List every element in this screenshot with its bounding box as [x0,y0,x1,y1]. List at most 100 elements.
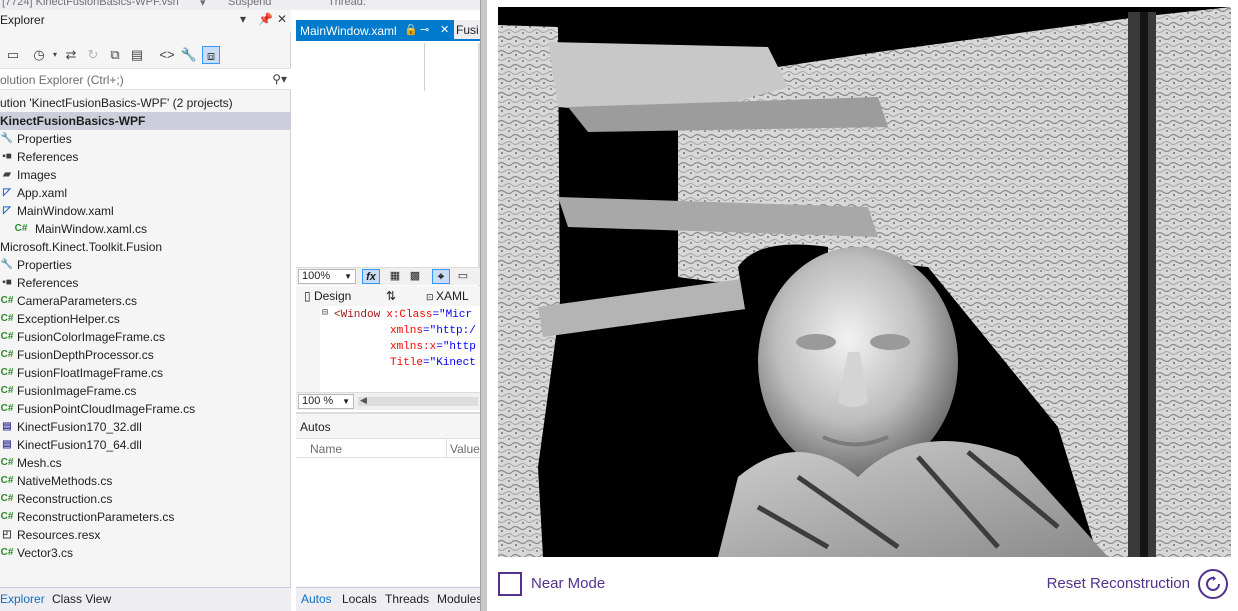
reset-reconstruction-label[interactable]: Reset Reconstruction [1047,575,1190,592]
tree-item-label: FusionImageFrame.cs [17,384,137,398]
tab-xaml[interactable]: ⊡ XAML [426,289,469,303]
tree-item[interactable]: ution 'KinectFusionBasics-WPF' (2 projec… [0,94,291,112]
code-token: "http:/ [429,325,476,337]
tree-item[interactable]: C# FusionFloatImageFrame.cs [0,364,291,382]
column-header-value[interactable]: Value [450,442,480,456]
cs-file-icon: C# [0,403,14,414]
show-all-files-icon[interactable]: ▤ [128,46,146,64]
design-surface[interactable] [296,43,480,287]
tab-fusion[interactable]: Fusi [456,23,479,37]
tree-item[interactable]: KinectFusionBasics-WPF [0,112,291,130]
tree-item[interactable]: Microsoft.Kinect.Toolkit.Fusion [0,238,291,256]
folder-icon: ▰ [3,169,11,180]
tree-item[interactable]: ▪■ References [0,274,291,292]
tab-class-view[interactable]: Class View [52,592,111,606]
reset-reconstruction-button[interactable]: Reset Reconstruction [1028,569,1228,599]
snap-grid-icon[interactable]: ▩ [406,269,424,284]
comment-icon[interactable]: ▭ [454,269,472,284]
tree-item-label: CameraParameters.cs [17,294,138,308]
properties-icon[interactable]: 🔧 [180,46,198,64]
tree-item-label: FusionColorImageFrame.cs [17,330,166,344]
collapse-icon[interactable]: ⊟ [322,307,328,319]
code-zoom-select[interactable]: 100 % ▼ [298,394,354,409]
cs-file-icon: C# [14,223,28,234]
close-icon[interactable]: ✕ [277,12,287,26]
code-line[interactable]: xmlns="http:/ [390,323,476,339]
tree-item-label: References [17,150,79,164]
dropdown-arrow-icon[interactable]: ▾ [200,0,206,9]
horizontal-scrollbar[interactable] [358,397,478,406]
tree-item[interactable]: C# Mesh.cs [0,454,291,472]
column-divider[interactable] [446,439,447,459]
tree-item[interactable]: C# Vector3.cs [0,544,291,562]
pin-icon[interactable]: 📌 [258,12,273,26]
tab-design[interactable]: ▯ Design [304,289,351,303]
fx-icon[interactable]: fx [362,269,380,284]
column-header-name[interactable]: Name [310,442,342,456]
tab-modules[interactable]: Modules [437,592,482,606]
tree-item[interactable]: C# ExceptionHelper.cs [0,310,291,328]
code-token: <Window [334,309,381,321]
grid-icon[interactable]: ▦ [386,269,404,284]
preview-selected-icon[interactable]: ⧈ [202,46,220,64]
tree-item[interactable]: ◰ Resources.resx [0,526,291,544]
tab-mainwindow-xaml[interactable]: MainWindow.xaml 🔒 ⊸ ✕ [296,20,454,41]
dropdown-arrow-icon[interactable]: ▾ [240,12,246,26]
snap-lines-icon[interactable]: ⌖ [432,269,450,284]
process-selector[interactable]: [7724] KinectFusionBasics-WPF.vsh [2,0,179,8]
code-token: xmlns:x [390,341,437,353]
tree-item[interactable]: 🔧 Properties [0,256,291,274]
tab-label: MainWindow.xaml [300,24,397,38]
tree-item[interactable]: C# Reconstruction.cs [0,490,291,508]
tree-item[interactable]: ◸ MainWindow.xaml [0,202,291,220]
dropdown-arrow-icon: ▼ [344,272,352,281]
xaml-code-editor[interactable]: ⊟ <Window x:Class="Micr xmlns="http:/xmlns… [296,306,480,392]
view-code-icon[interactable]: <> [158,46,176,64]
panel-title: Autos [300,420,331,434]
cs-file-icon: C# [0,367,14,378]
tree-item[interactable]: C# FusionDepthProcessor.cs [0,346,291,364]
cs-file-icon: C# [0,349,14,360]
solution-search-input[interactable]: olution Explorer (Ctrl+;) ⚲▾ [0,68,291,90]
tree-item[interactable]: ◸ App.xaml [0,184,291,202]
search-icon[interactable]: ⚲▾ [272,72,287,86]
suspend-button[interactable]: Suspend [228,0,271,8]
zoom-value: 100% [302,270,331,282]
tree-item[interactable]: ▰ Images [0,166,291,184]
scroll-left-icon[interactable]: ◀ [360,395,367,406]
tree-item[interactable]: C# FusionPointCloudImageFrame.cs [0,400,291,418]
tree-item[interactable]: ▤ KinectFusion170_64.dll [0,436,291,454]
checkbox-box[interactable] [498,572,522,596]
tree-item[interactable]: C# ReconstructionParameters.cs [0,508,291,526]
tab-autos[interactable]: Autos [301,592,332,606]
tree-item[interactable]: 🔧 Properties [0,130,291,148]
tree-item[interactable]: C# MainWindow.xaml.cs [0,220,291,238]
refresh-icon[interactable] [1198,569,1228,599]
code-line[interactable]: Title="Kinect [390,355,476,371]
code-token: = [423,357,430,369]
near-mode-label[interactable]: Near Mode [531,575,605,592]
tree-item[interactable]: C# NativeMethods.cs [0,472,291,490]
refresh-icon[interactable]: ↻ [84,46,102,64]
search-placeholder: olution Explorer (Ctrl+;) [0,73,124,87]
code-token: = [423,325,430,337]
tab-threads[interactable]: Threads [385,592,429,606]
sync-icon[interactable]: ⇄ [62,46,80,64]
tree-item[interactable]: C# CameraParameters.cs [0,292,291,310]
tree-item[interactable]: ▪■ References [0,148,291,166]
zoom-select[interactable]: 100% ▼ [298,269,356,284]
tree-item[interactable]: C# FusionImageFrame.cs [0,382,291,400]
pin-icon[interactable]: ⊸ [420,23,429,36]
tab-solution-explorer[interactable]: Explorer [0,592,45,606]
collapse-all-icon[interactable]: ⧉ [106,46,124,64]
code-line[interactable]: xmlns:x="http [390,339,476,355]
back-icon[interactable]: ▭ [4,46,22,64]
tree-item[interactable]: ▤ KinectFusion170_32.dll [0,418,291,436]
close-icon[interactable]: ✕ [440,23,449,36]
code-line[interactable]: <Window x:Class="Micr [334,307,472,323]
tree-item[interactable]: C# FusionColorImageFrame.cs [0,328,291,346]
tab-locals[interactable]: Locals [342,592,377,606]
tree-item-label: ExceptionHelper.cs [17,312,120,326]
swap-panes-icon[interactable]: ⇅ [386,289,396,303]
code-zoom-value: 100 % [302,395,334,407]
